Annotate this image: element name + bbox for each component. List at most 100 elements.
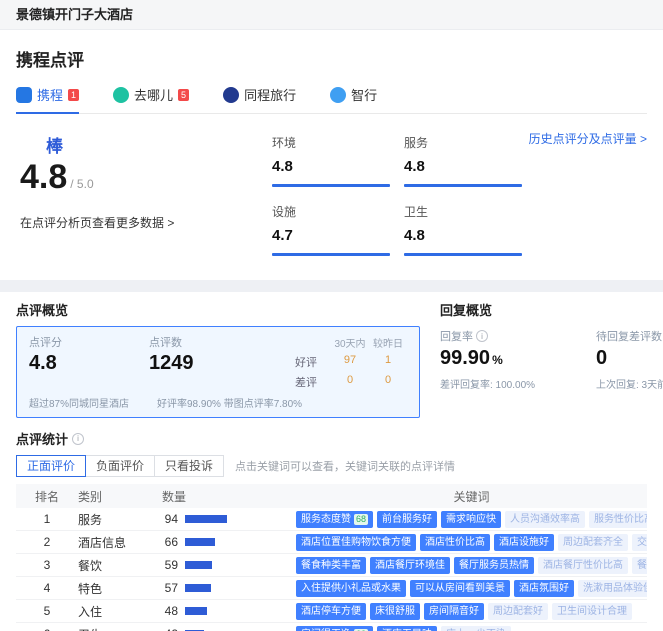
keyword-pill[interactable]: 前台服务好 <box>377 511 437 528</box>
info-icon: i <box>72 433 84 445</box>
tab-zhixing[interactable]: 智行 <box>330 85 377 113</box>
sub-score-cell: 环境4.8 <box>272 134 390 187</box>
keyword-pill[interactable]: 服务态度赞68 <box>296 511 373 528</box>
score-label: 点评分 <box>29 334 149 350</box>
keyword-pill[interactable]: 酒店设施好 <box>494 534 554 551</box>
count-value: 57 <box>148 581 178 595</box>
keyword-text: 酒店性价比高 <box>425 536 485 549</box>
history-score-link[interactable]: 历史点评分及点评量 > <box>529 130 647 147</box>
filter-negative[interactable]: 负面评价 <box>85 455 155 477</box>
keyword-pill[interactable]: 床上一尘不染 <box>441 626 511 631</box>
overview-title: 点评概览 <box>16 300 420 319</box>
keyword-pill[interactable]: 交通方便 <box>632 534 647 551</box>
category-cell: 特色 <box>78 580 148 597</box>
keyword-pill[interactable]: 酒店停车方便 <box>296 603 366 620</box>
keyword-pill[interactable]: 酒店无异味 <box>377 626 437 631</box>
col-rank: 排名 <box>16 488 78 505</box>
keyword-pill[interactable]: 酒店餐厅环境佳 <box>370 557 450 574</box>
count-value: 66 <box>148 535 178 549</box>
keyword-text: 酒店停车方便 <box>301 605 361 618</box>
sub-scores: 环境4.8服务4.8设施4.7卫生4.8 <box>272 134 522 256</box>
category-cell: 入住 <box>78 603 148 620</box>
keyword-pill[interactable]: 酒店位置佳购物饮食方便 <box>296 534 416 551</box>
keyword-text: 服务性价比高 <box>594 513 647 526</box>
recent-review-table: 30天内 较昨日 好评 97 1 差评 0 0 <box>295 334 407 390</box>
table-row: 5入住48酒店停车方便床很舒服房间隔音好周边配套好卫生间设计合理 <box>16 600 647 623</box>
hotel-name: 景德镇开门子大酒店 <box>16 7 133 22</box>
tongcheng-travel-logo-icon <box>223 87 239 103</box>
score-underline <box>272 184 390 187</box>
keyword-pill[interactable]: 周边配套好 <box>488 603 548 620</box>
sub-score-label: 卫生 <box>404 203 522 220</box>
keyword-text: 房间很干净 <box>301 628 351 631</box>
keyword-pill[interactable]: 餐食有地方特色 <box>632 557 647 574</box>
rank-cell: 2 <box>16 535 78 549</box>
keyword-text: 床很舒服 <box>375 605 415 618</box>
tab-label: 去哪儿 <box>134 85 173 104</box>
filter-positive[interactable]: 正面评价 <box>16 455 86 477</box>
bad-reply-rate-note: 差评回复率: 100.00% <box>440 376 568 391</box>
keyword-text: 酒店餐厅环境佳 <box>375 559 445 572</box>
tab-qunar[interactable]: 去哪儿5 <box>113 85 189 113</box>
keyword-pill[interactable]: 酒店氛围好 <box>514 580 574 597</box>
rate-note: 好评率98.90% 带图点评率7.80% <box>157 395 302 410</box>
keyword-text: 酒店氛围好 <box>519 582 569 595</box>
keywords-cell: 入住提供小礼品或水果可以从房间看到美景酒店氛围好洗漱用品体验佳亲子活动丰富 <box>296 580 647 597</box>
keyword-pill[interactable]: 酒店性价比高 <box>420 534 490 551</box>
keyword-pill[interactable]: 人员沟通效率高 <box>505 511 585 528</box>
keywords-cell: 房间很干净62 酒店无异味 床上一尘不染 <box>296 626 647 631</box>
keyword-pill[interactable]: 可以从房间看到美景 <box>410 580 510 597</box>
keyword-pill[interactable]: 房间很干净62 <box>296 626 373 631</box>
keyword-stats-table: 排名 类别 数量 关键词 1服务94服务态度赞68前台服务好需求响应快人员沟通效… <box>16 484 647 631</box>
sub-score-label: 设施 <box>272 203 390 220</box>
count-cell: 57 <box>148 581 296 595</box>
tab-label: 携程 <box>37 85 63 104</box>
sub-score-cell: 服务4.8 <box>404 134 522 187</box>
keyword-pill[interactable]: 入住提供小礼品或水果 <box>296 580 406 597</box>
keyword-pill[interactable]: 服务性价比高 <box>589 511 647 528</box>
keyword-text: 人员沟通效率高 <box>510 513 580 526</box>
keyword-text: 酒店无异味 <box>382 628 432 631</box>
count-cell: 42 <box>148 627 296 631</box>
section-separator <box>0 280 663 292</box>
tab-ctrip[interactable]: 携程1 <box>16 85 79 113</box>
review-type-filters: 正面评价负面评价只看投诉 <box>16 455 223 477</box>
col-count: 数量 <box>148 488 296 505</box>
rank-cell: 4 <box>16 581 78 595</box>
filter-complaints[interactable]: 只看投诉 <box>154 455 224 477</box>
keyword-pill[interactable]: 卫生间设计合理 <box>552 603 632 620</box>
keywords-cell: 酒店位置佳购物饮食方便酒店性价比高酒店设施好周边配套齐全交通方便 <box>296 534 647 551</box>
score-percentile-note: 超过87%同城同星酒店 <box>29 395 157 410</box>
sub-score-label: 服务 <box>404 134 522 151</box>
page-title: 携程点评 <box>16 40 647 85</box>
info-icon: i <box>476 330 488 342</box>
keyword-pill[interactable]: 房间隔音好 <box>424 603 484 620</box>
count-value: 59 <box>148 558 178 572</box>
keyword-text: 可以从房间看到美景 <box>415 582 505 595</box>
tab-tongcheng-travel[interactable]: 同程旅行 <box>223 85 296 113</box>
keyword-pill[interactable]: 酒店餐厅性价比高 <box>538 557 628 574</box>
overall-score: 4.8 <box>20 159 67 196</box>
score-value: 4.8 <box>29 352 149 374</box>
analysis-page-link[interactable]: 在点评分析页查看更多数据 > <box>20 214 226 231</box>
col-vs-yesterday: 较昨日 <box>369 335 407 350</box>
keyword-pill[interactable]: 餐食种类丰富 <box>296 557 366 574</box>
keyword-pill[interactable]: 洗漱用品体验佳 <box>578 580 647 597</box>
score-underline <box>272 253 390 256</box>
keyword-text: 卫生间设计合理 <box>557 605 627 618</box>
keyword-pill[interactable]: 床很舒服 <box>370 603 420 620</box>
rank-cell: 3 <box>16 558 78 572</box>
keyword-text: 需求响应快 <box>446 513 496 526</box>
table-header: 排名 类别 数量 关键词 <box>16 484 647 508</box>
overall-score-block: 棒 4.8 / 5.0 在点评分析页查看更多数据 > <box>16 132 226 256</box>
keyword-text: 床上一尘不染 <box>446 628 506 631</box>
reply-rate-value: 99.90% <box>440 347 568 369</box>
keyword-text: 周边配套好 <box>493 605 543 618</box>
keyword-pill[interactable]: 餐厅服务员热情 <box>454 557 534 574</box>
ctrip-logo-icon <box>16 87 32 103</box>
rank-cell: 1 <box>16 512 78 526</box>
keyword-pill[interactable]: 需求响应快 <box>441 511 501 528</box>
col-keywords: 关键词 <box>296 488 647 505</box>
keyword-pill[interactable]: 周边配套齐全 <box>558 534 628 551</box>
pending-reply-value: 0 <box>596 347 663 369</box>
